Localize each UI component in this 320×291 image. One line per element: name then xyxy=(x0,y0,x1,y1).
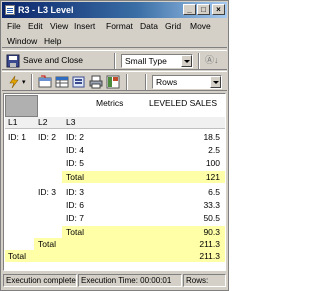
export-icon[interactable] xyxy=(72,75,86,89)
axis-select-value: Rows xyxy=(156,77,178,87)
column-header-l3[interactable]: L3 xyxy=(66,117,75,128)
menu-edit[interactable]: Edit xyxy=(28,20,43,32)
row-l3-cell: ID: 7 xyxy=(66,213,84,223)
row-total-value: 90.3 xyxy=(203,227,220,237)
app-grid-icon xyxy=(5,5,15,15)
print-icon[interactable] xyxy=(89,75,103,89)
close-button[interactable]: × xyxy=(212,4,225,15)
auto-sort-icon[interactable]: Ⓐ↓ xyxy=(205,53,223,69)
row-l3-cell: ID: 2 xyxy=(66,132,84,142)
chevron-down-icon[interactable] xyxy=(181,55,192,67)
row-value-cell: 18.5 xyxy=(203,132,220,142)
menu-window[interactable]: Window xyxy=(7,35,37,47)
menu-move[interactable]: Move xyxy=(190,20,211,32)
row-value-cell: 2.5 xyxy=(208,145,220,155)
status-bar: Execution complete Execution Time: 00:00… xyxy=(2,273,227,288)
report-grid[interactable]: Metrics LEVELED SALES L1 L2 L3 ID: 1 ID:… xyxy=(3,93,226,271)
axis-select[interactable]: Rows xyxy=(152,75,222,89)
toolbar-separator xyxy=(198,53,200,69)
row-value-cell: 6.5 xyxy=(208,187,220,197)
row-l3-cell: ID: 5 xyxy=(66,158,84,168)
status-message: Execution complete xyxy=(3,274,77,287)
row-value-cell: 100 xyxy=(205,158,220,168)
toolbar-main: Save and Close Small Type Ⓐ↓ xyxy=(2,50,227,70)
menu-grid[interactable]: Grid xyxy=(165,20,181,32)
maximize-button[interactable]: □ xyxy=(197,4,210,15)
row-l3-cell: ID: 6 xyxy=(66,200,84,210)
row-l1-cell: ID: 1 xyxy=(8,132,26,142)
row-value-cell: 33.3 xyxy=(203,200,220,210)
chevron-down-icon[interactable] xyxy=(210,76,221,88)
row-total-label: Total xyxy=(66,227,84,237)
grand-total-label: Total xyxy=(8,251,26,261)
table-icon[interactable] xyxy=(55,75,69,89)
toolbar-separator xyxy=(114,53,116,69)
window-title: R3 - L3 Level xyxy=(18,5,74,15)
row-total-value: 211.3 xyxy=(199,239,220,249)
save-disk-icon xyxy=(6,54,20,68)
status-execution-time: Execution Time: 00:00:01 xyxy=(78,274,182,287)
save-and-close-button[interactable]: Save and Close xyxy=(6,53,84,69)
column-header-l2[interactable]: L2 xyxy=(38,117,47,128)
menu-bar-row-1: File Edit View Insert Format Data Grid M… xyxy=(2,19,227,33)
minimize-button[interactable]: _ xyxy=(183,4,196,15)
row-total-label: Total xyxy=(66,172,84,182)
menu-view[interactable]: View xyxy=(50,20,68,32)
row-l3-cell: ID: 4 xyxy=(66,145,84,155)
row-total-label: Total xyxy=(38,239,56,249)
grand-total-value: 211.3 xyxy=(199,251,220,261)
corner-header-cell xyxy=(5,95,38,117)
metrics-header-label: Metrics xyxy=(96,98,124,108)
toolbar-separator xyxy=(145,74,147,90)
toolbar-separator xyxy=(126,74,128,90)
menu-insert[interactable]: Insert xyxy=(74,20,95,32)
report-window: R3 - L3 Level _ □ × File Edit View Inser… xyxy=(0,0,229,291)
menu-format[interactable]: Format xyxy=(106,20,133,32)
menu-help[interactable]: Help xyxy=(44,35,61,47)
metric-column-header[interactable]: LEVELED SALES xyxy=(146,98,220,108)
row-l2-cell: ID: 2 xyxy=(38,132,56,142)
row-total-value: 121 xyxy=(205,172,220,182)
row-value-cell: 50.5 xyxy=(203,213,220,223)
save-and-close-label: Save and Close xyxy=(23,55,84,65)
lightning-icon[interactable] xyxy=(7,75,21,89)
row-l3-cell: ID: 3 xyxy=(66,187,84,197)
status-rows: Rows: xyxy=(183,274,226,287)
menu-bar-row-2: Window Help xyxy=(2,34,227,48)
pivot-icon[interactable] xyxy=(38,75,52,89)
dropdown-arrow-icon[interactable]: ▾ xyxy=(22,77,26,88)
title-bar[interactable]: R3 - L3 Level _ □ × xyxy=(2,2,227,18)
toolbar-separator xyxy=(31,74,33,90)
menu-data[interactable]: Data xyxy=(140,20,158,32)
layout-icon[interactable] xyxy=(106,75,120,89)
report-type-value: Small Type xyxy=(125,56,167,66)
report-type-select[interactable]: Small Type xyxy=(121,54,193,68)
menu-file[interactable]: File xyxy=(7,20,21,32)
column-header-l1[interactable]: L1 xyxy=(8,117,17,128)
toolbar-secondary: ▾ Rows xyxy=(2,71,227,91)
row-l2-cell: ID: 3 xyxy=(38,187,56,197)
